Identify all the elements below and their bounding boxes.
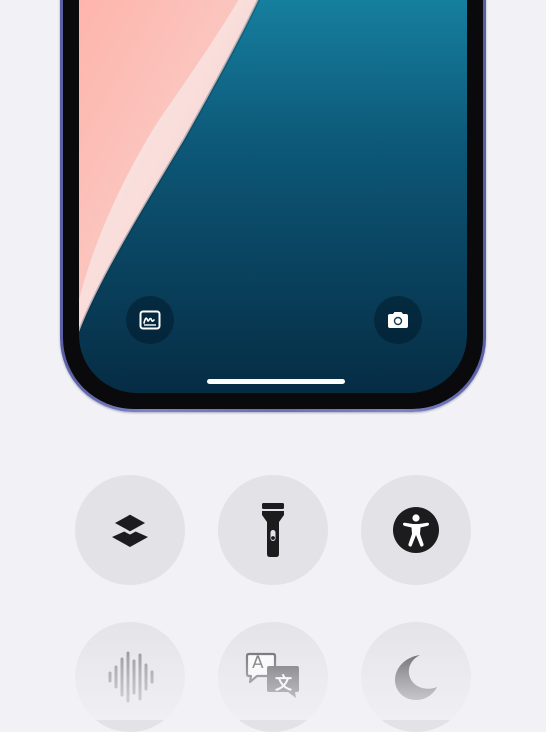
home-indicator[interactable] — [207, 379, 345, 384]
control-focus-button[interactable] — [361, 622, 471, 732]
phone-frame — [60, 0, 486, 412]
camera-button[interactable] — [374, 296, 422, 344]
control-translate-button[interactable]: A 文 — [218, 622, 328, 732]
control-flashlight-button[interactable] — [218, 475, 328, 585]
translate-icon: A 文 — [243, 652, 303, 702]
scribble-button[interactable] — [126, 296, 174, 344]
lock-screen[interactable] — [79, 0, 467, 393]
translate-glyph-source: A — [252, 653, 264, 673]
control-stack-button[interactable] — [75, 475, 185, 585]
control-voice-memo-button[interactable] — [75, 622, 185, 732]
accessibility-icon — [393, 507, 439, 553]
flashlight-icon — [262, 503, 284, 557]
moon-icon — [395, 655, 437, 700]
scribble-icon — [139, 310, 161, 330]
camera-icon — [388, 312, 408, 328]
translate-glyph-target: 文 — [275, 674, 292, 694]
stack-icon — [110, 511, 150, 547]
waveform-icon — [108, 651, 154, 703]
phone-bezel — [63, 0, 483, 409]
control-accessibility-button[interactable] — [361, 475, 471, 585]
